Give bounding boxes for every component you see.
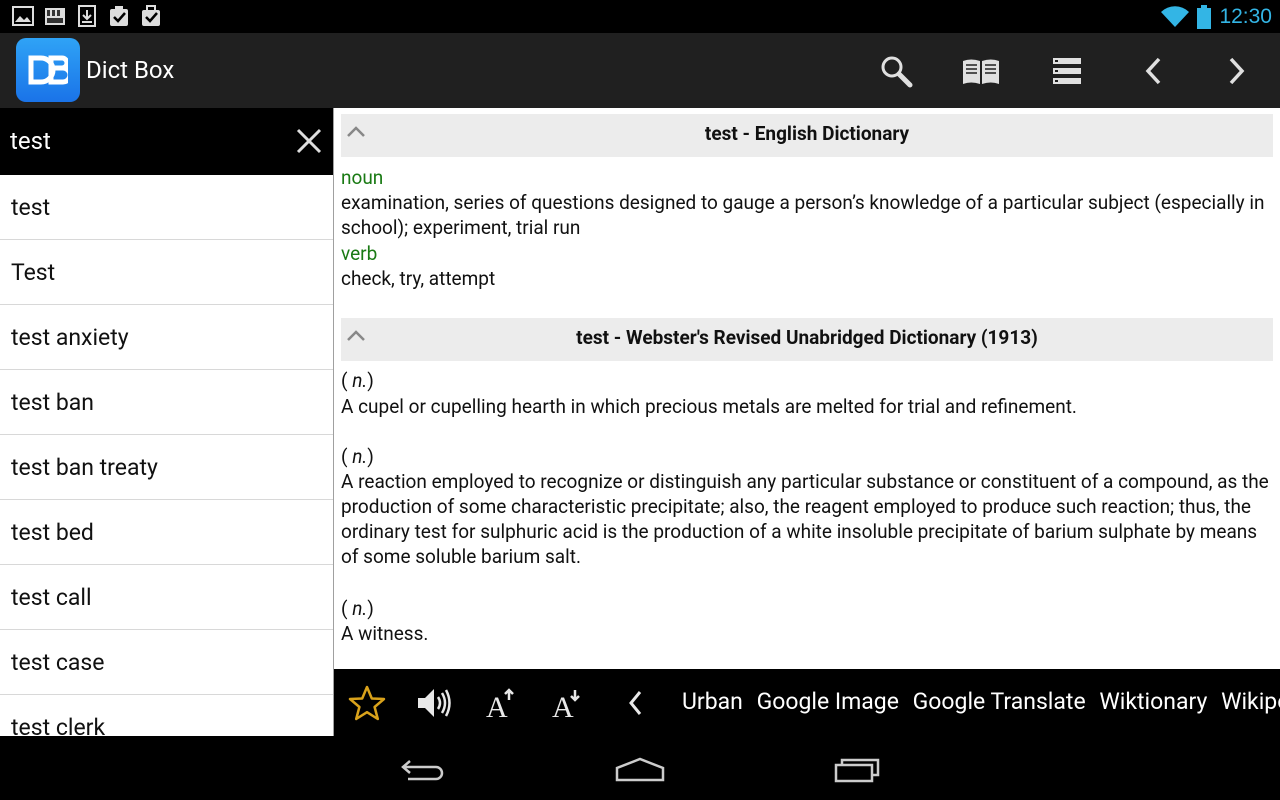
home-nav-button[interactable] [615, 752, 665, 786]
link-google-image[interactable]: Google Image [757, 688, 899, 715]
verb-definition: check, try, attempt [341, 267, 496, 290]
list-item[interactable]: test anxiety [0, 305, 333, 370]
chevron-left-icon [629, 691, 642, 715]
list-icon [1053, 58, 1081, 84]
search-input[interactable]: test [10, 127, 51, 155]
star-icon [348, 685, 386, 721]
back-nav-button[interactable] [398, 752, 448, 786]
search-box: test [0, 108, 333, 175]
app-title: Dict Box [86, 56, 175, 84]
english-dictionary-header[interactable]: test - English Dictionary [341, 114, 1273, 157]
font-increase-button[interactable]: A [481, 683, 521, 723]
back-icon [1145, 57, 1161, 85]
list-item[interactable]: test ban treaty [0, 435, 333, 500]
briefcase-check-icon [142, 5, 160, 26]
definition-text: A cupel or cupelling hearth in which pre… [341, 395, 1077, 418]
home-nav-icon [615, 757, 665, 782]
word-list: test Test test anxiety test ban test ban… [0, 175, 333, 736]
dictionaries-button[interactable] [961, 51, 1001, 91]
word-list-pane: test test Test test anxiety test ban tes… [0, 108, 333, 736]
webster-dictionary-title: test - Webster's Revised Unabridged Dict… [576, 326, 1038, 349]
pronounce-button[interactable] [414, 683, 454, 723]
list-item[interactable]: test case [0, 630, 333, 695]
list-item[interactable]: Test [0, 240, 333, 305]
download-icon [78, 5, 96, 27]
list-item[interactable]: test bed [0, 500, 333, 565]
list-item[interactable]: test call [0, 565, 333, 630]
bottom-toolbar: A A Urban Google Image Google Translate … [334, 669, 1280, 736]
battery-icon [1197, 4, 1212, 29]
action-bar: Dict Box [0, 33, 1280, 108]
clipboard-check-icon [110, 6, 128, 26]
scroll-left-button[interactable] [615, 683, 655, 723]
recents-nav-icon [834, 758, 880, 783]
svg-text:A: A [486, 691, 508, 720]
list-item[interactable]: test ban [0, 370, 333, 435]
speaker-icon [418, 689, 451, 717]
external-links: Urban Google Image Google Translate Wikt… [682, 688, 1280, 715]
previous-button[interactable] [1133, 51, 1173, 91]
link-wikipedia[interactable]: Wikipedia [1221, 688, 1280, 715]
list-item[interactable]: test clerk [0, 695, 333, 737]
definition-pos: ( n.) [341, 369, 374, 392]
next-button[interactable] [1217, 51, 1257, 91]
book-icon [963, 59, 999, 84]
app-logo-icon[interactable] [16, 38, 80, 102]
link-google-translate[interactable]: Google Translate [913, 688, 1086, 715]
back-nav-icon [401, 760, 444, 781]
definition-pos: ( n.) [341, 445, 374, 468]
svg-text:A: A [552, 691, 574, 720]
noun-label: noun [341, 166, 384, 189]
definition-text: A reaction employed to recognize or dist… [341, 470, 1269, 568]
close-icon[interactable] [292, 124, 326, 158]
definition-pane: test - English Dictionary noun examinati… [334, 108, 1280, 669]
verb-label: verb [341, 242, 378, 265]
search-button[interactable] [876, 51, 916, 91]
link-urban[interactable]: Urban [682, 688, 743, 715]
bookshelf-icon [45, 8, 65, 25]
clock: 12:30 [1219, 4, 1272, 28]
webster-dictionary-header[interactable]: test - Webster's Revised Unabridged Dict… [341, 318, 1273, 361]
recents-nav-button[interactable] [832, 752, 882, 786]
wifi-icon [1161, 5, 1190, 27]
favorite-button[interactable] [347, 683, 387, 723]
font-decrease-button[interactable]: A [547, 683, 587, 723]
history-list-button[interactable] [1047, 51, 1087, 91]
noun-definition: examination, series of questions designe… [341, 191, 1265, 239]
font-increase-icon: A [486, 688, 514, 720]
definition-text: A witness. [341, 622, 429, 645]
english-dictionary-title: test - English Dictionary [704, 122, 910, 145]
image-icon [12, 6, 34, 26]
list-item[interactable]: test [0, 175, 333, 240]
notification-icons [12, 5, 162, 27]
definition-pos: ( n.) [341, 597, 374, 620]
link-wiktionary[interactable]: Wiktionary [1099, 688, 1207, 715]
font-decrease-icon: A [552, 690, 580, 720]
forward-icon [1229, 57, 1245, 85]
search-icon [881, 56, 913, 88]
status-bar: 12:30 [0, 0, 1280, 33]
navigation-bar [0, 736, 1280, 800]
